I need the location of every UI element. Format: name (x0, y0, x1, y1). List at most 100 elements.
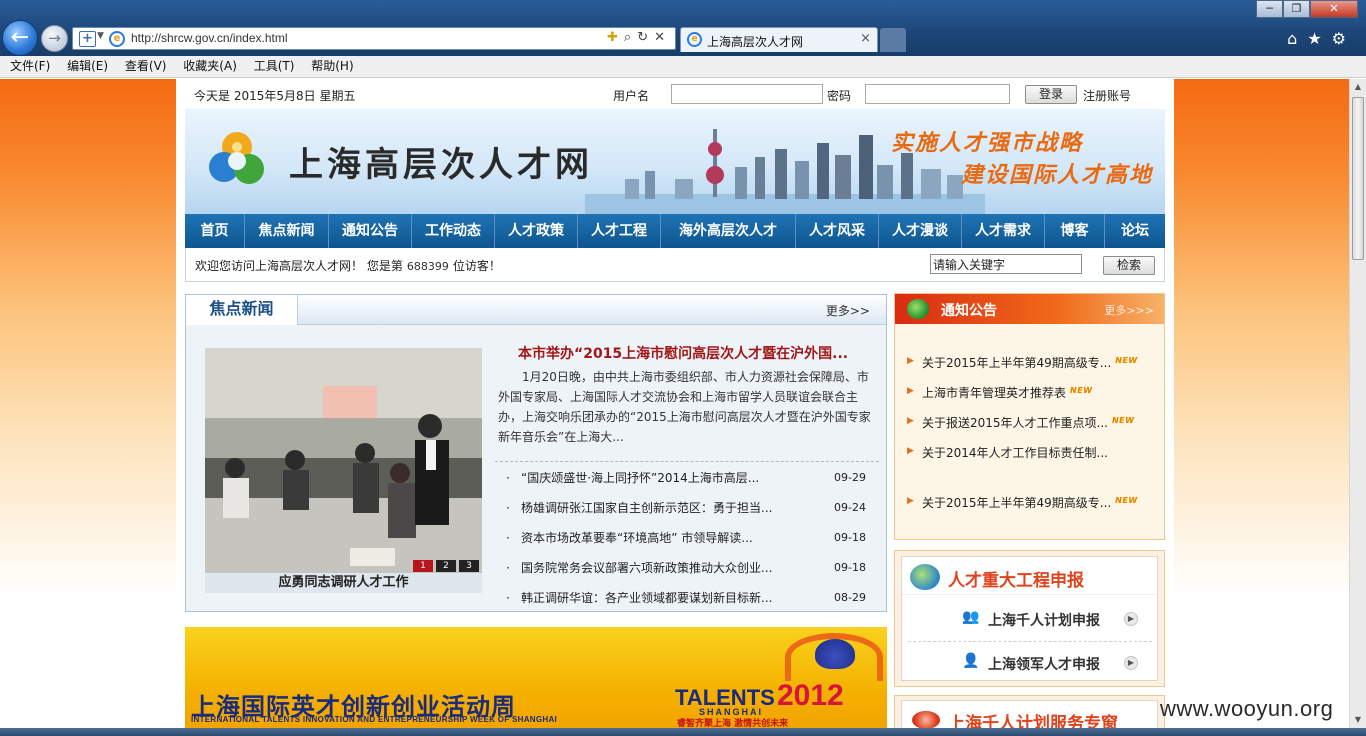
browser-tab[interactable]: e 上海高层次人才网 × (680, 27, 878, 52)
add-page-icon[interactable]: + (79, 31, 96, 47)
event-banner[interactable]: 上海国际英才创新创业活动周 INTERNATIONAL TALENTS INNO… (185, 627, 887, 728)
minimize-button[interactable]: ─ (1256, 0, 1283, 18)
vertical-scrollbar[interactable]: ▲ ▼ (1349, 79, 1366, 728)
search-button[interactable]: 检索 (1103, 256, 1155, 275)
arrow-right-icon: ▶ (907, 356, 914, 366)
stop-icon[interactable]: ✕ (654, 30, 671, 45)
keyword-search-input[interactable] (930, 254, 1082, 274)
home-icon[interactable]: ⌂ (1287, 29, 1307, 48)
list-item[interactable]: · 韩正调研华谊：各产业领域都要谋划新目标新... 08-29 (506, 587, 874, 617)
menu-help[interactable]: 帮助(H) (311, 56, 353, 77)
site-banner: 上海高层次人才网 实施人才强市战略 建设国际人才高地 (185, 109, 1165, 214)
notice-text[interactable]: 上海市青年管理英才推荐表 (922, 386, 1066, 400)
nav-item-notices[interactable]: 通知公告 (329, 214, 412, 248)
notice-text[interactable]: 关于2014年人才工作目标责任制... (922, 446, 1108, 460)
photo-page-3[interactable]: 3 (459, 560, 479, 572)
username-input[interactable] (671, 84, 823, 104)
tab-close-icon[interactable]: × (860, 31, 871, 46)
search-icon[interactable]: ⌕ (624, 30, 637, 45)
service-inner[interactable]: 上海千人计划服务专窗 (901, 700, 1158, 728)
url-text[interactable]: http://shrcw.gov.cn/index.html (131, 31, 288, 45)
news-title[interactable]: 资本市场改革要奉“环境高地” 市领导解读... (521, 527, 753, 549)
notice-title[interactable]: 通知公告 (941, 300, 997, 320)
nav-item-policy[interactable]: 人才政策 (495, 214, 578, 248)
nav-item-blog[interactable]: 博客 (1045, 214, 1105, 248)
nav-item-overseas[interactable]: 海外高层次人才 (661, 214, 796, 248)
nav-item-demand[interactable]: 人才需求 (962, 214, 1045, 248)
scroll-down-icon[interactable]: ▼ (1350, 712, 1366, 728)
new-tab-button[interactable] (880, 28, 906, 52)
menu-file[interactable]: 文件(F) (10, 56, 50, 77)
forward-button[interactable]: → (41, 25, 68, 52)
news-photo[interactable]: 1 2 3 (205, 348, 482, 573)
nav-item-forum[interactable]: 论坛 (1105, 214, 1165, 248)
service-title[interactable]: 上海千人计划服务专窗 (948, 709, 1118, 728)
menu-favorites[interactable]: 收藏夹(A) (183, 56, 237, 77)
news-title[interactable]: 杨雄调研张江国家自主创新示范区：勇于担当... (521, 497, 772, 519)
notice-text[interactable]: 关于2015年上半年第49期高级专... (922, 496, 1111, 510)
photo-page-2[interactable]: 2 (436, 560, 456, 572)
news-date: 08-29 (834, 591, 866, 604)
project-label[interactable]: 上海千人计划申报 (988, 610, 1100, 630)
list-item[interactable]: ▶ 关于2014年人才工作目标责任制... (907, 440, 1157, 470)
maximize-button[interactable]: ❐ (1283, 0, 1310, 18)
dropdown-icon[interactable]: ▼ (97, 31, 104, 41)
site-logo-icon[interactable] (207, 129, 269, 189)
notice-item-title[interactable]: 关于2014年人才工作目标责任制... (922, 440, 1112, 464)
list-item[interactable]: ▶ 关于报送2015年人才工作重点项... NEW (907, 410, 1157, 440)
list-item[interactable]: · 杨雄调研张江国家自主创新示范区：勇于担当... 09-24 (506, 497, 874, 527)
notice-item-title[interactable]: 上海市青年管理英才推荐表 NEW (922, 380, 1093, 404)
list-item[interactable]: ▶ 上海市青年管理英才推荐表 NEW (907, 380, 1157, 410)
notice-item-title[interactable]: 关于2015年上半年第49期高级专... NEW (922, 490, 1138, 514)
list-item[interactable]: · 资本市场改革要奉“环境高地” 市领导解读... 09-18 (506, 527, 874, 557)
notice-text[interactable]: 关于报送2015年人才工作重点项... (922, 416, 1108, 430)
notice-item-title[interactable]: 关于2015年上半年第49期高级专... NEW (922, 350, 1138, 374)
menu-view[interactable]: 查看(V) (125, 56, 167, 77)
arrow-right-icon: ▶ (907, 446, 914, 456)
photo-caption[interactable]: 应勇同志调研人才工作 (205, 573, 482, 593)
password-input[interactable] (865, 84, 1010, 104)
nav-item-profiles[interactable]: 人才风采 (796, 214, 879, 248)
project-label[interactable]: 上海领军人才申报 (988, 654, 1100, 674)
favorites-icon[interactable]: ★ (1307, 29, 1331, 48)
list-item[interactable]: ▶ 关于2015年上半年第49期高级专... NEW (907, 350, 1157, 380)
nav-item-focus-news[interactable]: 焦点新闻 (245, 214, 329, 248)
arrow-circle-icon[interactable]: ▶ (1124, 612, 1138, 626)
back-button[interactable]: ← (2, 20, 38, 56)
compat-view-icon[interactable]: ✚ (607, 30, 624, 45)
menu-edit[interactable]: 编辑(E) (67, 56, 108, 77)
focus-news-more-link[interactable]: 更多>> (826, 302, 870, 319)
nav-item-work-news[interactable]: 工作动态 (412, 214, 495, 248)
close-window-button[interactable]: ✕ (1310, 0, 1358, 18)
notice-item-title[interactable]: 关于报送2015年人才工作重点项... NEW (922, 410, 1134, 434)
news-title[interactable]: 韩正调研华谊：各产业领域都要谋划新目标新... (521, 587, 772, 609)
list-item[interactable]: ▶ 关于2015年上半年第49期高级专... NEW (907, 490, 1157, 520)
headline-link[interactable]: 本市举办“2015上海市慰问高层次人才暨在沪外国... (518, 343, 848, 363)
news-title[interactable]: 国务院常务会议部署六项新政策推动大众创业... (521, 557, 772, 579)
scroll-thumb[interactable] (1352, 97, 1364, 260)
nav-item-talks[interactable]: 人才漫谈 (879, 214, 962, 248)
nav-item-projects[interactable]: 人才工程 (578, 214, 661, 248)
refresh-icon[interactable]: ↻ (637, 30, 654, 45)
headline-summary: 1月20日晚，由中共上海市委组织部、市人力资源社会保障局、市外国专家局、上海国际… (498, 370, 871, 444)
nav-item-home[interactable]: 首页 (185, 214, 245, 248)
ie-page-icon: e (109, 31, 125, 47)
projects-title[interactable]: 人才重大工程申报 (948, 566, 1084, 591)
focus-news-title[interactable]: 焦点新闻 (186, 295, 298, 325)
project-item-thousand-talents[interactable]: 👥 上海千人计划申报 ▶ (908, 598, 1152, 638)
notice-more-link[interactable]: 更多>>> (1104, 302, 1154, 318)
list-item[interactable]: · 国务院常务会议部署六项新政策推动大众创业... 09-18 (506, 557, 874, 587)
list-item[interactable]: · “国庆颂盛世·海上同抒怀”2014上海市高层... 09-29 (506, 467, 874, 497)
notice-text[interactable]: 关于2015年上半年第49期高级专... (922, 356, 1111, 370)
news-title[interactable]: “国庆颂盛世·海上同抒怀”2014上海市高层... (521, 467, 759, 489)
address-bar[interactable]: + ▼ e http://shrcw.gov.cn/index.html ✚⌕↻… (72, 27, 676, 50)
scroll-up-icon[interactable]: ▲ (1350, 79, 1366, 95)
menu-tools[interactable]: 工具(T) (254, 56, 295, 77)
register-link[interactable]: 注册账号 (1083, 87, 1131, 104)
project-item-leading-talents[interactable]: 👤 上海领军人才申报 ▶ (908, 641, 1152, 681)
service-logo-icon (912, 711, 940, 728)
photo-page-1[interactable]: 1 (413, 560, 433, 572)
arrow-circle-icon[interactable]: ▶ (1124, 656, 1138, 670)
settings-icon[interactable]: ⚙ (1332, 29, 1356, 48)
login-button[interactable]: 登录 (1025, 85, 1077, 104)
